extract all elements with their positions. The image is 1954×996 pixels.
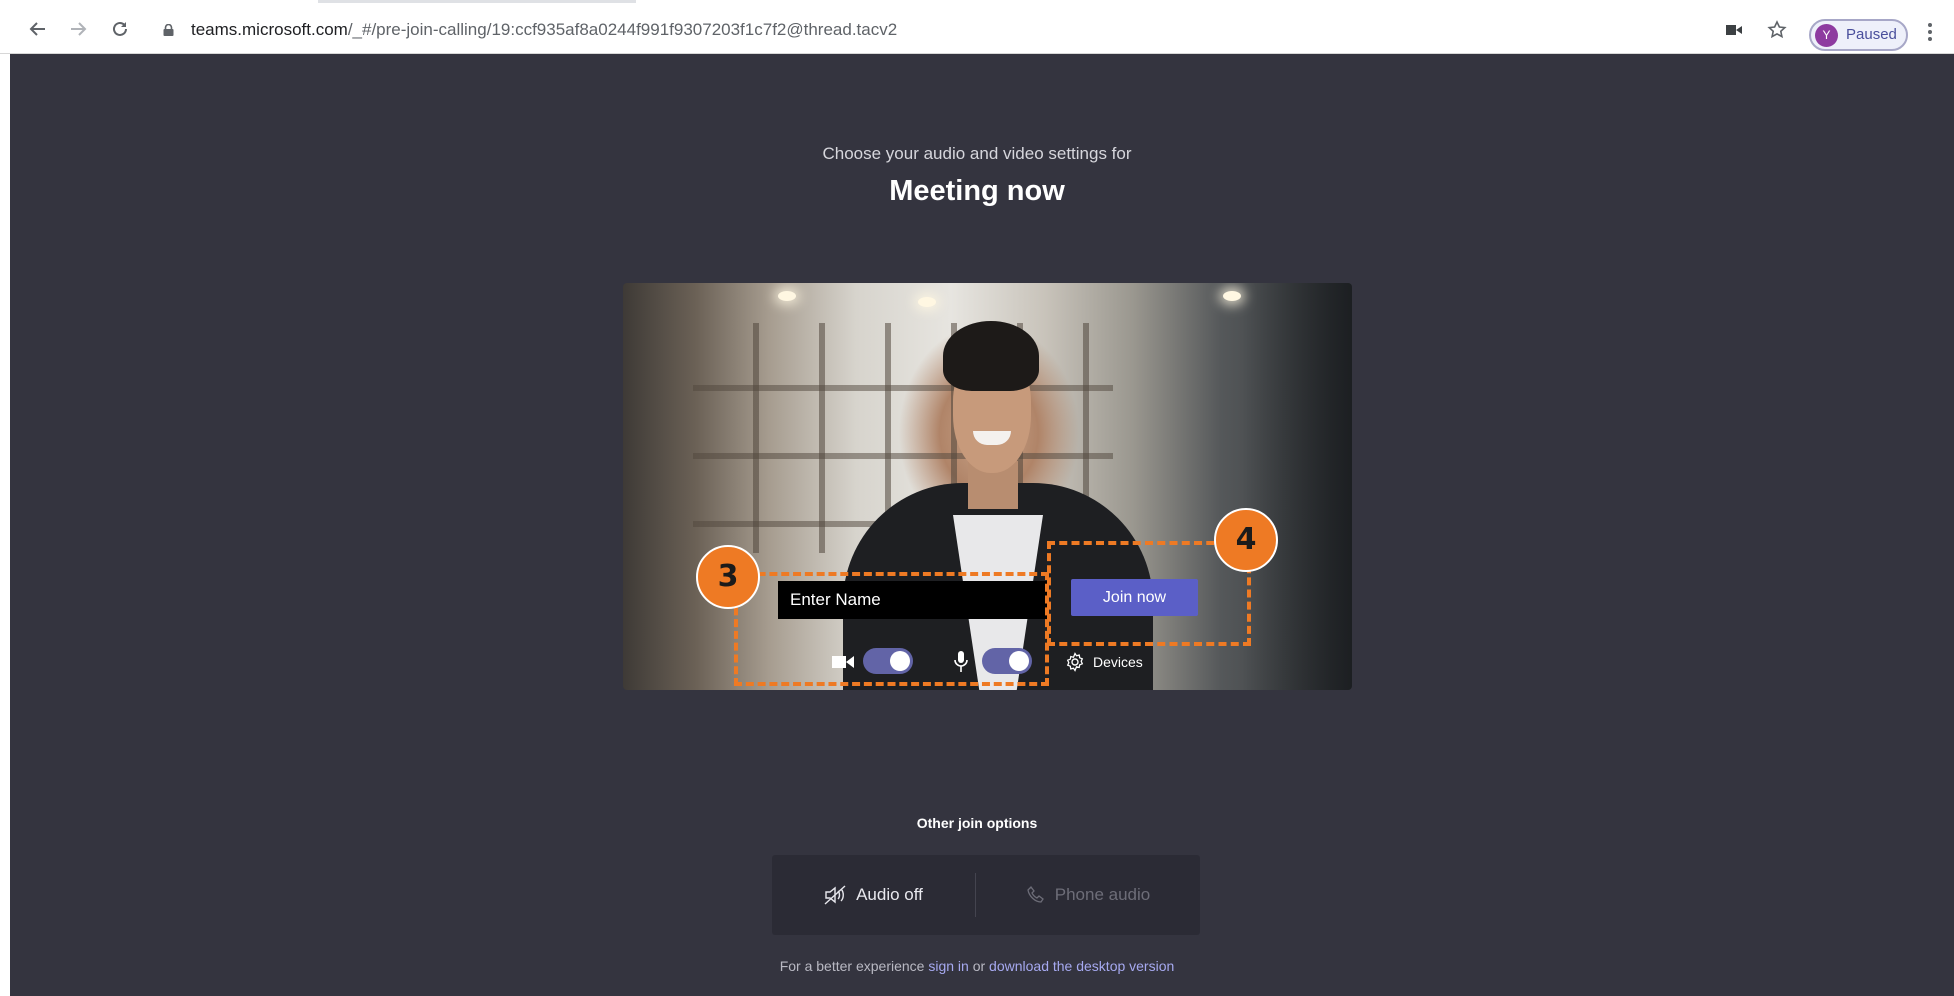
- footer-middle: or: [968, 958, 990, 974]
- browser-toolbar: teams.microsoft.com/_#/pre-join-calling/…: [0, 6, 1954, 54]
- forward-icon[interactable]: [64, 15, 92, 43]
- reload-icon[interactable]: [106, 15, 134, 43]
- url-host: teams.microsoft.com: [191, 20, 348, 39]
- gear-icon: [1066, 652, 1084, 672]
- step-3-badge: 3: [696, 545, 760, 609]
- profile-button[interactable]: Y Paused: [1809, 19, 1908, 51]
- audio-off-label: Audio off: [856, 885, 923, 904]
- avatar: Y: [1815, 24, 1838, 47]
- options-divider: [975, 873, 976, 917]
- phone-icon: [1027, 886, 1044, 903]
- camera-icon[interactable]: [1722, 18, 1746, 42]
- devices-button[interactable]: Devices: [1065, 651, 1143, 673]
- url-path: /_#/pre-join-calling/19:ccf935af8a0244f9…: [347, 20, 898, 39]
- download-desktop-link[interactable]: download the desktop version: [989, 958, 1174, 974]
- profile-status: Paused: [1846, 26, 1897, 43]
- phone-audio-label: Phone audio: [1054, 885, 1151, 904]
- sign-in-link[interactable]: sign in: [928, 958, 968, 974]
- prejoin-subtitle: Choose your audio and video settings for: [822, 144, 1132, 163]
- meeting-title: Meeting now: [889, 175, 1065, 207]
- back-icon[interactable]: [24, 15, 52, 43]
- audio-off-button[interactable]: Audio off: [772, 855, 975, 935]
- ceiling-light: [778, 291, 796, 301]
- other-join-options-panel: Audio off Phone audio: [772, 855, 1200, 935]
- footer-text: For a better experience sign in or downl…: [0, 958, 1954, 974]
- ceiling-light: [918, 297, 936, 307]
- step-3-highlight: [734, 572, 1049, 686]
- address-bar[interactable]: teams.microsoft.com/_#/pre-join-calling/…: [191, 18, 897, 42]
- step-4-badge: 4: [1214, 508, 1278, 572]
- background-shadow: [1242, 283, 1352, 690]
- menu-icon[interactable]: [1926, 20, 1934, 44]
- phone-audio-button[interactable]: Phone audio: [977, 855, 1200, 935]
- browser-tab-strip: [318, 0, 636, 3]
- person-hair: [943, 321, 1039, 391]
- ceiling-light: [1223, 291, 1241, 301]
- other-join-options-title: Other join options: [916, 815, 1038, 831]
- footer-prefix: For a better experience: [779, 958, 929, 974]
- star-icon[interactable]: [1765, 18, 1789, 42]
- devices-label: Devices: [1093, 654, 1143, 670]
- speaker-off-icon: [824, 885, 846, 905]
- lock-icon: [163, 24, 174, 36]
